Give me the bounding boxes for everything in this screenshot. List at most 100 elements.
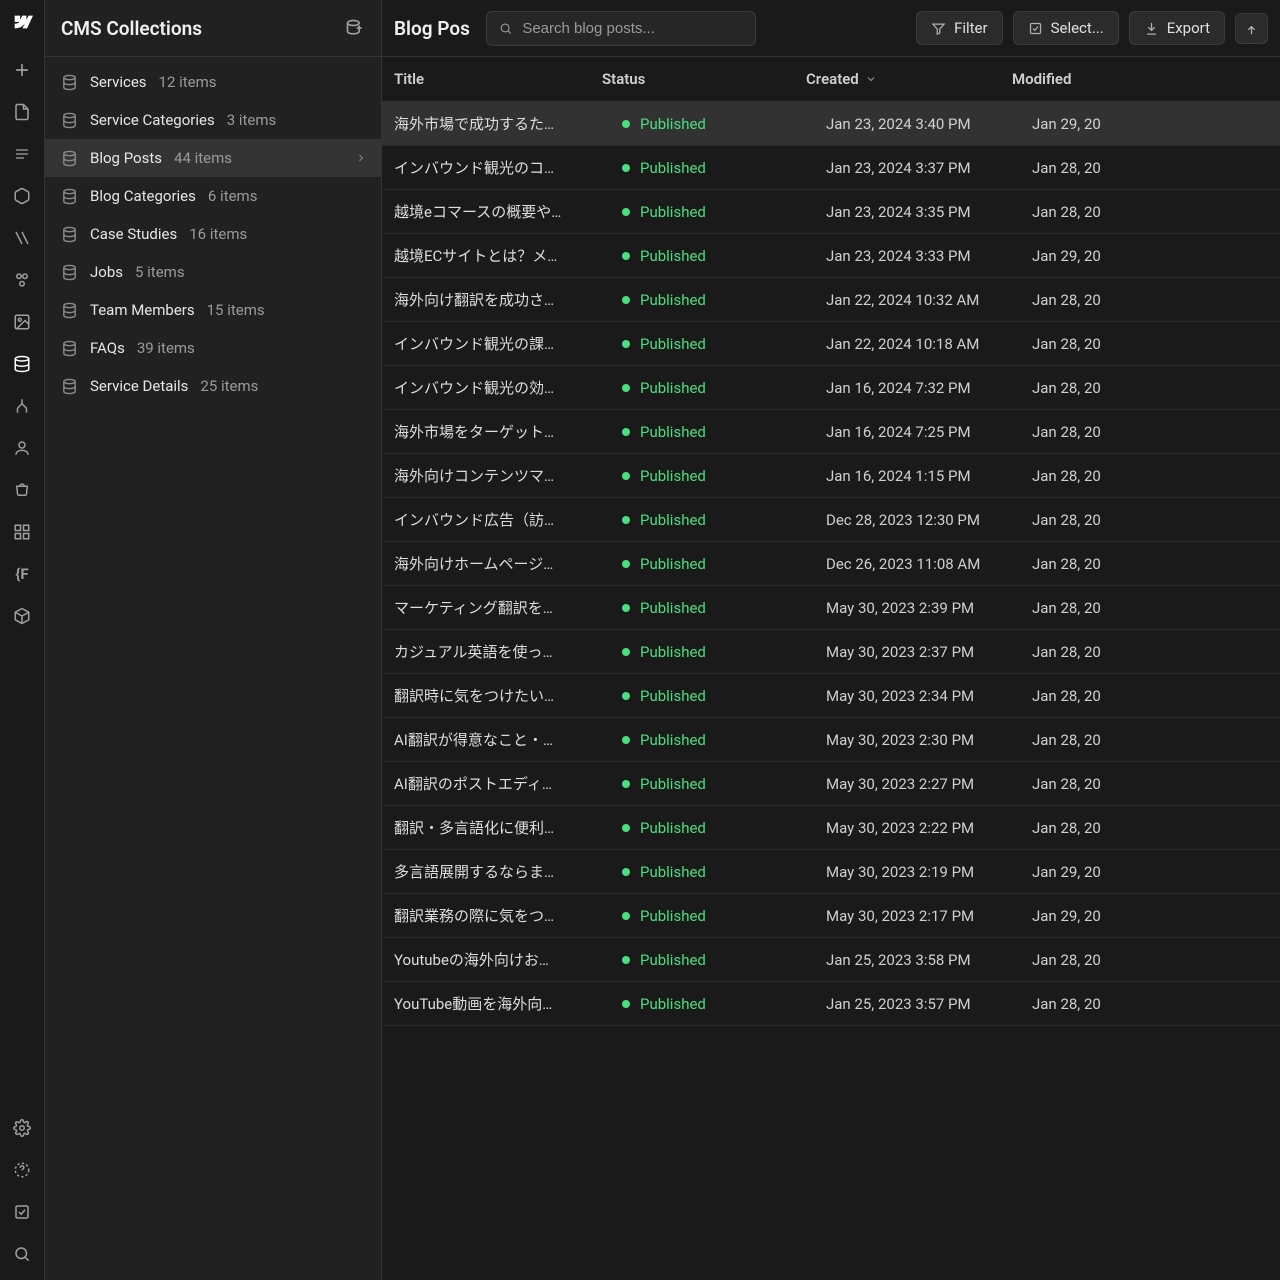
table-row[interactable]: 越境eコマースの概要や… Published Jan 23, 2024 3:35… [382,190,1280,234]
status-dot-icon [622,560,630,568]
cell-created: May 30, 2023 2:27 PM [826,775,1032,793]
cell-created: May 30, 2023 2:19 PM [826,863,1032,881]
collection-item[interactable]: Blog Posts 44 items [45,139,381,177]
collection-label: Services [90,73,147,91]
audit-icon[interactable] [10,1200,34,1224]
ecommerce-icon[interactable] [10,478,34,502]
cell-modified: Jan 29, 20 [1032,115,1268,133]
collection-count: 6 items [208,187,258,205]
cell-modified: Jan 28, 20 [1032,775,1268,793]
table-row[interactable]: Youtubeの海外向けお… Published Jan 25, 2023 3:… [382,938,1280,982]
cell-modified: Jan 28, 20 [1032,643,1268,661]
database-icon [61,74,78,91]
table-row[interactable]: 海外向け翻訳を成功さ… Published Jan 22, 2024 10:32… [382,278,1280,322]
help-icon[interactable] [10,1158,34,1182]
table-row[interactable]: AI翻訳のポストエディ… Published May 30, 2023 2:27… [382,762,1280,806]
table-row[interactable]: AI翻訳が得意なこと・… Published May 30, 2023 2:30… [382,718,1280,762]
table-row[interactable]: 海外市場をターゲット… Published Jan 16, 2024 7:25 … [382,410,1280,454]
table-row[interactable]: 翻訳時に気をつけたい… Published May 30, 2023 2:34 … [382,674,1280,718]
table-row[interactable]: インバウンド観光の課… Published Jan 22, 2024 10:18… [382,322,1280,366]
collection-item[interactable]: Blog Categories 6 items [45,177,381,215]
table-row[interactable]: インバウンド観光の効… Published Jan 16, 2024 7:32 … [382,366,1280,410]
table-row[interactable]: 越境ECサイトとは？メ… Published Jan 23, 2024 3:33… [382,234,1280,278]
cell-created: May 30, 2023 2:39 PM [826,599,1032,617]
import-button[interactable] [1235,13,1268,44]
cell-title: 越境eコマースの概要や… [394,201,622,222]
collection-item[interactable]: Service Details 25 items [45,367,381,405]
export-button[interactable]: Export [1129,11,1225,45]
table-row[interactable]: 翻訳業務の際に気をつ… Published May 30, 2023 2:17 … [382,894,1280,938]
status-text: Published [640,115,706,133]
status-dot-icon [622,252,630,260]
cell-title: カジュアル英語を使っ… [394,641,622,662]
cell-status: Published [622,951,826,969]
variables-icon[interactable] [10,226,34,250]
col-status[interactable]: Status [602,70,806,88]
collection-item[interactable]: Services 12 items [45,63,381,101]
new-collection-icon[interactable] [345,18,365,38]
pages-icon[interactable] [10,100,34,124]
webflow-logo-icon[interactable] [10,10,34,34]
search-icon [499,21,512,36]
collection-item[interactable]: Service Categories 3 items [45,101,381,139]
collections-title: CMS Collections [61,17,202,40]
assets-icon[interactable] [10,310,34,334]
cell-modified: Jan 28, 20 [1032,423,1268,441]
search-input[interactable] [520,19,743,38]
table-header: Title Status Created Modified [382,57,1280,102]
table-row[interactable]: 翻訳・多言語化に便利… Published May 30, 2023 2:22 … [382,806,1280,850]
add-icon[interactable] [10,58,34,82]
cell-created: May 30, 2023 2:37 PM [826,643,1032,661]
table-row[interactable]: YouTube動画を海外向… Published Jan 25, 2023 3:… [382,982,1280,1026]
cell-status: Published [622,731,826,749]
collection-item[interactable]: Case Studies 16 items [45,215,381,253]
status-dot-icon [622,956,630,964]
table-row[interactable]: カジュアル英語を使っ… Published May 30, 2023 2:37 … [382,630,1280,674]
status-text: Published [640,423,706,441]
table-row[interactable]: インバウンド観光のコ… Published Jan 23, 2024 3:37 … [382,146,1280,190]
table-row[interactable]: マーケティング翻訳を… Published May 30, 2023 2:39 … [382,586,1280,630]
status-dot-icon [622,516,630,524]
table-row[interactable]: 海外市場で成功するた… Published Jan 23, 2024 3:40 … [382,102,1280,146]
collection-label: Blog Categories [90,187,196,205]
cell-status: Published [622,863,826,881]
users-icon[interactable] [10,436,34,460]
status-text: Published [640,951,706,969]
cell-title: 翻訳業務の際に気をつ… [394,905,622,926]
filter-button[interactable]: Filter [916,11,1003,45]
search-rail-icon[interactable] [10,1242,34,1266]
cell-modified: Jan 29, 20 [1032,247,1268,265]
apps-icon[interactable] [10,520,34,544]
components-icon[interactable] [10,184,34,208]
col-created[interactable]: Created [806,70,1012,88]
table-row[interactable]: 海外向けコンテンツマ… Published Jan 16, 2024 1:15 … [382,454,1280,498]
status-text: Published [640,335,706,353]
cube-icon[interactable] [10,604,34,628]
search-input-wrap[interactable] [486,11,756,46]
collection-item[interactable]: FAQs 39 items [45,329,381,367]
navigator-icon[interactable] [10,142,34,166]
table-row[interactable]: 海外向けホームページ… Published Dec 26, 2023 11:08… [382,542,1280,586]
fonts-icon[interactable]: {F [10,562,34,586]
collection-item[interactable]: Team Members 15 items [45,291,381,329]
cell-modified: Jan 28, 20 [1032,467,1268,485]
cell-created: Dec 28, 2023 12:30 PM [826,511,1032,529]
cell-created: May 30, 2023 2:22 PM [826,819,1032,837]
cell-modified: Jan 28, 20 [1032,159,1268,177]
col-modified[interactable]: Modified [1012,70,1268,88]
col-title[interactable]: Title [394,70,602,88]
status-text: Published [640,731,706,749]
settings-icon[interactable] [10,1116,34,1140]
table-row[interactable]: インバウンド広告（訪… Published Dec 28, 2023 12:30… [382,498,1280,542]
styles-icon[interactable] [10,268,34,292]
collection-item[interactable]: Jobs 5 items [45,253,381,291]
cell-title: YouTube動画を海外向… [394,993,622,1014]
logic-icon[interactable] [10,394,34,418]
cms-icon[interactable] [10,352,34,376]
filter-label: Filter [954,19,988,37]
cell-status: Published [622,423,826,441]
table-row[interactable]: 多言語展開するならま… Published May 30, 2023 2:19 … [382,850,1280,894]
select-button[interactable]: Select... [1013,11,1119,45]
cell-modified: Jan 28, 20 [1032,335,1268,353]
cell-modified: Jan 28, 20 [1032,291,1268,309]
